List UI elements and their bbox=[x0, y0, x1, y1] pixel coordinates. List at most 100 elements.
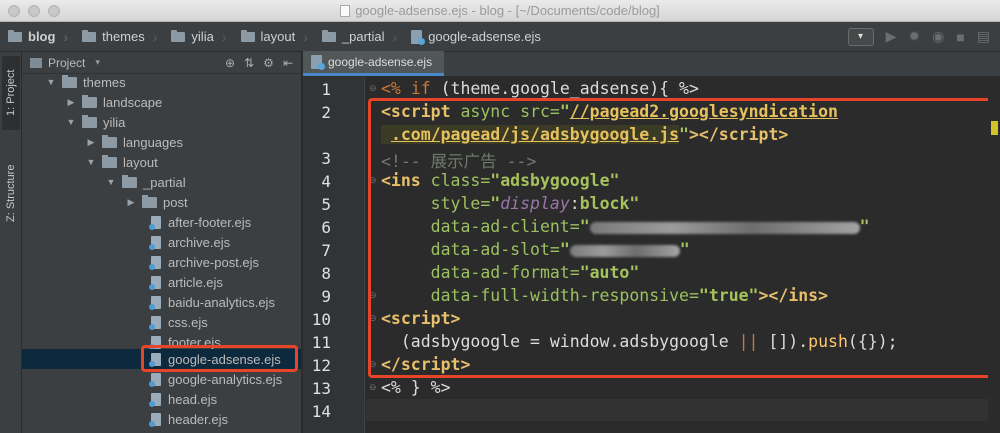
chevron-right-icon: › bbox=[392, 28, 398, 45]
code-line-11: (adsbygoogle = window.adsbygoogle || [])… bbox=[381, 332, 898, 351]
code-line-8: data-ad-format="auto" bbox=[381, 263, 640, 282]
code-line-3: <!-- 展示广告 --> bbox=[381, 152, 537, 171]
tree-item-google-analytics[interactable]: google-analytics.ejs bbox=[22, 369, 301, 389]
ejs-file-icon bbox=[149, 215, 161, 230]
chevron-down-icon[interactable]: ▾ bbox=[95, 57, 100, 68]
tree-item-archive[interactable]: archive.ejs bbox=[22, 232, 301, 252]
breadcrumb-item-layout[interactable]: layout › bbox=[233, 22, 314, 52]
coverage-icon[interactable]: ◉ bbox=[932, 28, 944, 45]
tree-item-archive-post[interactable]: archive-post.ejs bbox=[22, 252, 301, 272]
tab-google-adsense[interactable]: google-adsense.ejs bbox=[303, 51, 445, 76]
run-icon[interactable]: ▶ bbox=[886, 28, 897, 45]
tab-project[interactable]: 1: Project bbox=[2, 56, 20, 130]
layout-icon[interactable]: ▤ bbox=[977, 28, 990, 45]
tree-item-yilia[interactable]: ▼ yilia bbox=[22, 112, 301, 132]
tree-item-head[interactable]: head.ejs bbox=[22, 389, 301, 409]
breadcrumb-item-blog[interactable]: blog › bbox=[0, 22, 74, 52]
chevron-down-icon[interactable]: ▼ bbox=[66, 117, 76, 127]
tree-item-after-footer[interactable]: after-footer.ejs bbox=[22, 212, 301, 232]
folder-icon bbox=[171, 29, 186, 42]
tree-item-header[interactable]: header.ejs bbox=[22, 409, 301, 429]
code-editor[interactable]: google-adsense.ejs 1 2 3 4 5 6 7 8 9 10 … bbox=[303, 51, 1000, 433]
line-number: 6 bbox=[321, 218, 331, 237]
code-line-10: <script> bbox=[381, 309, 461, 328]
folder-icon bbox=[82, 29, 97, 42]
folder-icon bbox=[102, 154, 117, 168]
code-line-13: <% } %> bbox=[381, 378, 451, 397]
fold-marker-icon[interactable]: ⊖ bbox=[369, 359, 377, 370]
warning-marker[interactable] bbox=[991, 121, 998, 135]
gear-icon[interactable]: ⚙ bbox=[263, 56, 274, 70]
fold-marker-icon[interactable]: ⊖ bbox=[369, 290, 377, 301]
ejs-file-icon bbox=[149, 412, 161, 427]
breadcrumb-item-partial[interactable]: _partial › bbox=[314, 22, 403, 52]
ejs-file-icon bbox=[149, 235, 161, 250]
collapse-all-icon[interactable]: ⇅ bbox=[244, 56, 254, 70]
chevron-down-icon[interactable]: ▼ bbox=[106, 177, 116, 187]
chevron-right-icon[interactable]: ▶ bbox=[86, 137, 96, 148]
code-line-6: data-ad-client=" " bbox=[381, 217, 870, 236]
ejs-file-icon bbox=[411, 29, 426, 45]
tree-item-post[interactable]: ▶ post bbox=[22, 192, 301, 212]
tree-item-css[interactable]: css.ejs bbox=[22, 312, 301, 332]
tree-item-landscape[interactable]: ▶ landscape bbox=[22, 92, 301, 112]
zoom-window-button[interactable] bbox=[48, 5, 60, 17]
ejs-file-icon bbox=[149, 315, 161, 330]
fold-marker-icon[interactable]: ⊖ bbox=[369, 175, 377, 186]
run-config-dropdown[interactable]: ▾ bbox=[847, 27, 874, 46]
locate-icon[interactable]: ⊕ bbox=[225, 56, 235, 70]
window-titlebar: google-adsense.ejs - blog - [~/Documents… bbox=[0, 0, 1000, 22]
breadcrumb-item-file[interactable]: google-adsense.ejs bbox=[403, 22, 547, 52]
chevron-right-icon: › bbox=[303, 28, 308, 45]
stop-icon[interactable]: ■ bbox=[956, 29, 964, 45]
code-line-9: data-full-width-responsive="true"></ins> bbox=[381, 286, 829, 305]
chevron-right-icon: › bbox=[221, 28, 227, 45]
breadcrumb-item-themes[interactable]: themes › bbox=[74, 22, 163, 52]
redacted-value bbox=[569, 244, 680, 257]
line-number: 10 bbox=[311, 310, 331, 329]
tree-item-baidu-analytics[interactable]: baidu-analytics.ejs bbox=[22, 292, 301, 312]
line-number: 7 bbox=[321, 241, 331, 260]
tree-item-languages[interactable]: ▶ languages bbox=[22, 132, 301, 152]
code-line-4: <ins class="adsbygoogle" bbox=[381, 171, 620, 190]
ejs-file-icon bbox=[149, 275, 161, 290]
tab-structure[interactable]: Z: Structure bbox=[2, 148, 20, 238]
run-toolbar: ▾ ▶ ✹ ◉ ■ ▤ bbox=[847, 27, 1000, 46]
fold-marker-icon[interactable]: ⊖ bbox=[369, 313, 377, 324]
tree-item-themes[interactable]: ▼ themes bbox=[22, 72, 301, 92]
chevron-down-icon[interactable]: ▼ bbox=[46, 77, 56, 87]
line-number: 13 bbox=[311, 379, 331, 398]
project-panel-header: Project ▾ ⊕ ⇅ ⚙ ⇤ bbox=[22, 52, 301, 74]
editor-scrollbar[interactable] bbox=[988, 77, 1000, 433]
code-line-2: <script async src="//pagead2.googlesyndi… bbox=[381, 102, 838, 121]
fold-marker-icon[interactable]: ⊖ bbox=[369, 382, 377, 393]
tree-item-layout[interactable]: ▼ layout bbox=[22, 152, 301, 172]
line-number: 2 bbox=[321, 103, 331, 122]
code-line-12: </script> bbox=[381, 355, 471, 374]
tree-item-partial[interactable]: ▼ _partial bbox=[22, 172, 301, 192]
line-number: 1 bbox=[321, 80, 331, 99]
debug-icon[interactable]: ✹ bbox=[908, 28, 920, 45]
redacted-value bbox=[589, 221, 860, 234]
code-line-5: style="display:block" bbox=[381, 194, 640, 213]
chevron-right-icon[interactable]: ▶ bbox=[126, 197, 136, 208]
fold-marker-icon[interactable]: ⊖ bbox=[369, 83, 377, 94]
document-icon bbox=[340, 5, 351, 17]
minimize-window-button[interactable] bbox=[28, 5, 40, 17]
line-number: 4 bbox=[321, 172, 331, 191]
breadcrumb-item-yilia[interactable]: yilia › bbox=[163, 22, 232, 52]
folder-icon bbox=[8, 29, 22, 42]
hide-icon[interactable]: ⇤ bbox=[283, 56, 293, 70]
window-title: google-adsense.ejs - blog - [~/Documents… bbox=[340, 0, 660, 22]
tree-item-article[interactable]: article.ejs bbox=[22, 272, 301, 292]
project-view-dropdown[interactable]: Project bbox=[48, 56, 85, 70]
chevron-right-icon: › bbox=[63, 28, 69, 45]
ejs-file-icon bbox=[311, 55, 325, 70]
close-window-button[interactable] bbox=[8, 5, 20, 17]
chevron-down-icon[interactable]: ▼ bbox=[86, 157, 96, 167]
folder-icon bbox=[82, 94, 97, 108]
chevron-right-icon[interactable]: ▶ bbox=[66, 97, 76, 108]
line-number: 8 bbox=[321, 264, 331, 283]
tree-item-google-adsense[interactable]: google-adsense.ejs bbox=[22, 349, 301, 369]
project-panel: Project ▾ ⊕ ⇅ ⚙ ⇤ ▼ themes ▶ landscape ▼… bbox=[22, 52, 302, 433]
